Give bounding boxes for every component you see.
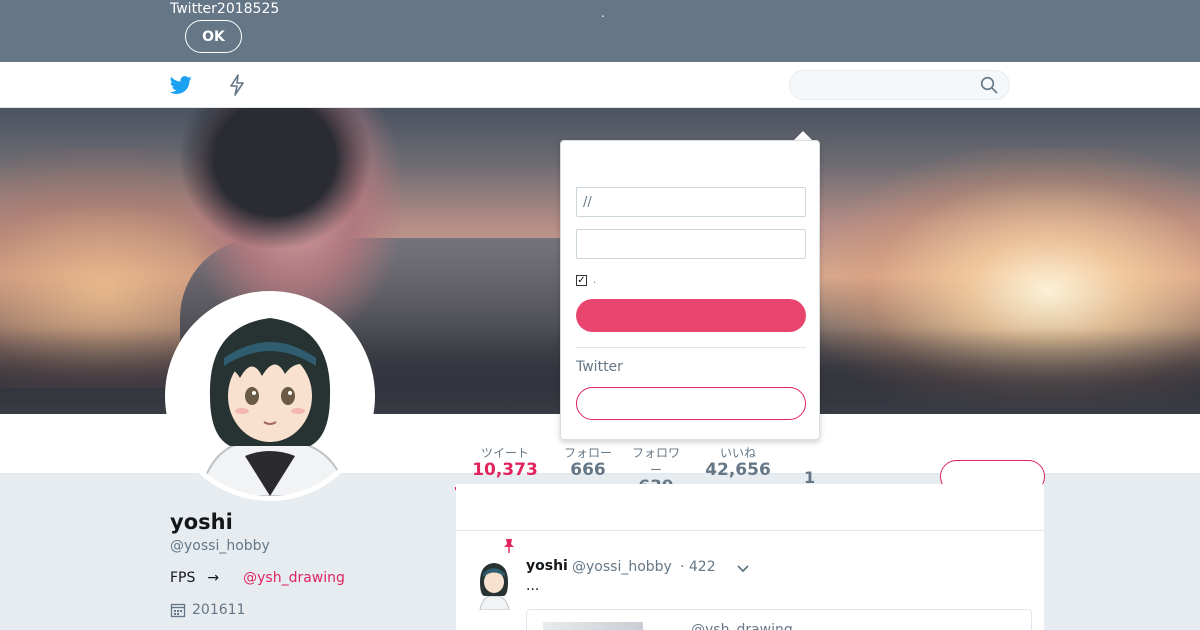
- top-nav: [0, 62, 1200, 108]
- profile-joined: 201611: [170, 602, 245, 618]
- notice-dot: .: [601, 6, 605, 20]
- twitter-bird-icon[interactable]: [170, 74, 192, 96]
- bio-text: FPS: [170, 570, 196, 586]
- tweet-avatar[interactable]: [474, 560, 514, 610]
- avatar[interactable]: [165, 291, 375, 501]
- moments-bolt-icon[interactable]: [228, 74, 246, 96]
- chevron-down-icon[interactable]: [736, 562, 750, 574]
- joined-date: 201611: [192, 602, 246, 618]
- profile-bio: FPS → @ysh_drawing: [170, 570, 345, 586]
- stat-tweets[interactable]: ツイート 10,373: [470, 444, 540, 480]
- profile-name: yoshi: [170, 510, 233, 534]
- tweet-author-name[interactable]: yoshi: [526, 558, 568, 574]
- signup-button[interactable]: [576, 387, 806, 420]
- bio-link[interactable]: @ysh_drawing: [243, 570, 345, 586]
- stat-likes[interactable]: いいね 42,656: [700, 444, 776, 480]
- profile-handle: @yossi_hobby: [170, 538, 270, 554]
- remember-checkbox[interactable]: ✓: [576, 275, 587, 286]
- stat-following[interactable]: フォロー 666: [564, 444, 612, 480]
- quote-thumbnail: [543, 622, 643, 630]
- username-field[interactable]: [576, 187, 806, 217]
- tweet-author-handle[interactable]: @yossi_hobby: [572, 559, 672, 575]
- remember-label: .: [593, 275, 597, 286]
- new-to-twitter-text: Twitter: [576, 359, 623, 375]
- timeline: yoshi @yossi_hobby · 422 ... @ysh_drawin…: [456, 484, 1044, 630]
- stat-label: フォロー: [564, 446, 613, 460]
- bio-arrow: →: [207, 570, 220, 586]
- search-icon[interactable]: [980, 76, 998, 94]
- stat-value: 666: [570, 460, 606, 480]
- tweet-time[interactable]: · 422: [680, 559, 716, 575]
- stat-label: フォロワー: [632, 446, 681, 477]
- calendar-icon: [170, 603, 186, 618]
- quote-handle: @ysh_drawing: [691, 622, 793, 630]
- pin-icon: [504, 539, 514, 553]
- tweet-quote-card[interactable]: @ysh_drawing: [526, 609, 1032, 630]
- login-dropdown: ✓ . Twitter: [560, 140, 820, 440]
- timeline-header: [456, 484, 1044, 531]
- notice-banner: Twitter2018525 . OK: [0, 0, 1200, 62]
- ok-button[interactable]: OK: [185, 20, 242, 53]
- divider: [576, 347, 806, 348]
- remember-me[interactable]: ✓ .: [576, 275, 596, 286]
- stat-value: 10,373: [472, 460, 538, 480]
- login-button[interactable]: [576, 299, 806, 332]
- notice-text: Twitter2018525: [170, 1, 280, 17]
- tweet-text: ...: [526, 578, 540, 594]
- stat-label: いいね: [719, 446, 756, 460]
- stat-value: 42,656: [705, 460, 771, 480]
- search-input[interactable]: [789, 70, 1010, 100]
- password-field[interactable]: [576, 229, 806, 259]
- stat-label: ツイート: [480, 446, 529, 460]
